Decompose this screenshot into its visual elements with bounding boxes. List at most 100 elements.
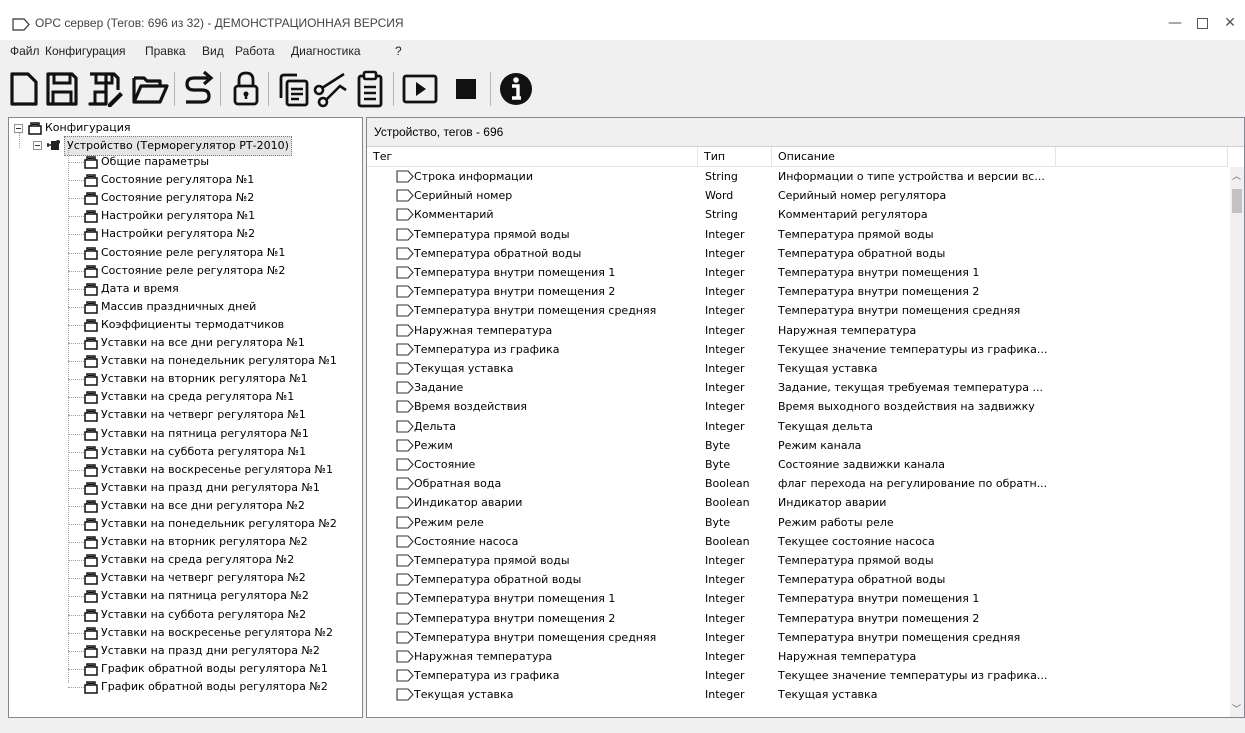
table-row[interactable]: Температура прямой воды Integer Температур…	[367, 225, 1227, 244]
cell-tag: Температура из графика	[414, 669, 560, 683]
run-button[interactable]	[400, 68, 440, 110]
tree-item-label: Уставки на пятница регулятора №2	[101, 589, 309, 603]
table-row[interactable]: Температура внутри помещения 1 Integer Тем…	[367, 263, 1227, 282]
close-button[interactable]: ✕	[1210, 10, 1245, 36]
table-row[interactable]: Состояние Byte Состояние задвижки канала	[367, 455, 1227, 474]
menu-configuration[interactable]: Конфигурация	[45, 44, 126, 58]
table-row[interactable]: Температура прямой воды Integer Температур…	[367, 551, 1227, 570]
cell-tag: Температура прямой воды	[414, 227, 570, 241]
cell-description: Температура внутри помещения 1	[778, 266, 980, 279]
lock-icon	[233, 71, 259, 106]
table-row[interactable]: Температура из графика Integer Текущее зна…	[367, 666, 1227, 685]
menu-file[interactable]: Файл	[10, 44, 40, 58]
table-row[interactable]: Дельта Integer Текущая дельта	[367, 417, 1227, 436]
table-row[interactable]: Температура внутри помещения средняя Inte…	[367, 628, 1227, 647]
new-button[interactable]	[4, 68, 44, 110]
tag-icon	[396, 554, 414, 567]
column-header-description[interactable]: Описание	[772, 147, 1056, 167]
tree-item-label: Дата и время	[101, 281, 179, 295]
lock-button[interactable]	[226, 68, 266, 110]
menu-work[interactable]: Работа	[235, 44, 275, 58]
table-row[interactable]: Температура внутри помещения 2 Integer Тем…	[367, 609, 1227, 628]
table-row[interactable]: Текущая уставка Integer Текущая уставка	[367, 685, 1227, 704]
table-row[interactable]: Температура внутри помещения 1 Integer Тем…	[367, 589, 1227, 608]
menu-bar: Файл Конфигурация Правка Вид Работа Диаг…	[0, 40, 1245, 62]
cell-type: Integer	[705, 342, 745, 356]
menu-help[interactable]: ?	[395, 44, 402, 58]
stop-button[interactable]	[445, 68, 485, 110]
table-row[interactable]: Температура внутри помещения средняя Inte…	[367, 301, 1227, 320]
folder-icon	[84, 337, 98, 350]
folder-icon	[84, 482, 98, 495]
copy-button[interactable]	[273, 68, 313, 110]
export-button[interactable]	[178, 68, 218, 110]
save-as-button[interactable]	[84, 68, 124, 110]
info-button[interactable]	[496, 68, 536, 110]
cell-description: Индикатор аварии	[778, 496, 887, 510]
table-row[interactable]: Режим реле Byte Режим работы реле	[367, 513, 1227, 532]
vertical-scrollbar[interactable]: ︿ ﹀	[1230, 167, 1244, 717]
configuration-tree[interactable]: Конфигурация Устройство (Терморегулятор …	[8, 117, 363, 718]
scroll-up-icon[interactable]: ︿	[1232, 169, 1241, 182]
panel-header: Устройство, тегов - 696	[367, 118, 1244, 147]
cell-type: String	[705, 170, 738, 183]
table-row[interactable]: Наружная температура Integer Наружная темп…	[367, 321, 1227, 340]
menu-edit[interactable]: Правка	[145, 44, 186, 58]
scrollbar-thumb[interactable]	[1232, 189, 1242, 213]
folder-icon	[84, 391, 98, 405]
tree-item-label: График обратной воды регулятора №1	[101, 661, 328, 675]
open-button[interactable]	[130, 68, 170, 110]
cell-type: Integer	[705, 400, 745, 414]
tree-item-label: Уставки на вторник регулятора №2	[101, 535, 308, 549]
paste-button[interactable]	[350, 68, 390, 110]
table-row[interactable]: Время воздействия Integer Время выходного …	[367, 397, 1227, 416]
table-row[interactable]: Температура из графика Integer Текущее зна…	[367, 340, 1227, 359]
cell-description: Информации о типе устройства и версии вс…	[778, 170, 1045, 183]
title-bar: OPC сервер (Тегов: 696 из 32) - ДЕМОНСТР…	[0, 0, 1245, 40]
table-row[interactable]: Текущая уставка Integer Текущая уставка	[367, 359, 1227, 378]
table-row[interactable]: Температура обратной воды Integer Температ…	[367, 570, 1227, 589]
table-row[interactable]: Температура обратной воды Integer Температ…	[367, 244, 1227, 263]
table-row[interactable]: Комментарий String Комментарий регулятора	[367, 205, 1227, 224]
info-icon	[500, 73, 532, 105]
collapse-device-icon[interactable]	[33, 141, 42, 150]
table-row[interactable]: Индикатор аварии Boolean Индикатор аварии	[367, 493, 1227, 512]
table-row[interactable]: Температура внутри помещения 2 Integer Тем…	[367, 282, 1227, 301]
tree-item-label: Уставки на празд дни регулятора №2	[101, 643, 320, 657]
column-header-tag[interactable]: Тег	[367, 147, 698, 167]
tree-item-label: Уставки на воскресенье регулятора №2	[101, 625, 333, 639]
tag-icon	[396, 535, 414, 548]
tree-item-label: График обратной воды регулятора №2	[101, 679, 328, 693]
folder-icon	[84, 626, 98, 640]
cell-type: Byte	[705, 458, 731, 471]
export-icon	[185, 70, 214, 104]
tag-icon	[396, 458, 414, 471]
save-as-icon	[88, 72, 123, 107]
folder-icon	[84, 463, 98, 477]
folder-icon	[84, 554, 98, 567]
cell-tag: Обратная вода	[414, 477, 502, 491]
table-row[interactable]: Наружная температура Integer Наружная темп…	[367, 647, 1227, 666]
cell-tag: Температура внутри помещения 1	[414, 592, 616, 606]
table-row[interactable]: Задание Integer Задание, текущая требуемая…	[367, 378, 1227, 397]
table-row[interactable]: Обратная вода Boolean флаг перехода на рег…	[367, 474, 1227, 493]
scroll-down-icon[interactable]: ﹀	[1232, 702, 1241, 715]
collapse-root-icon[interactable]	[14, 124, 23, 133]
open-folder-icon	[132, 76, 169, 104]
cell-tag: Текущая уставка	[414, 362, 514, 375]
tag-icon	[396, 343, 414, 356]
folder-icon	[84, 536, 98, 549]
menu-view[interactable]: Вид	[202, 44, 224, 58]
table-row[interactable]: Строка информации String Информации о типе…	[367, 167, 1227, 186]
save-button[interactable]	[42, 68, 82, 110]
table-row[interactable]: Режим Byte Режим канала	[367, 436, 1227, 455]
column-header-type[interactable]: Тип	[698, 147, 772, 167]
table-row[interactable]: Серийный номер Word Серийный номер регулят…	[367, 186, 1227, 205]
table-row[interactable]: Состояние насоса Boolean Текущее состояние…	[367, 532, 1227, 551]
cut-button[interactable]	[310, 68, 350, 110]
cell-type: Integer	[705, 554, 745, 567]
cell-tag: Температура обратной воды	[414, 246, 582, 260]
menu-diagnostics[interactable]: Диагностика	[291, 44, 361, 58]
folder-icon	[84, 228, 98, 242]
cell-description: Комментарий регулятора	[778, 208, 928, 222]
